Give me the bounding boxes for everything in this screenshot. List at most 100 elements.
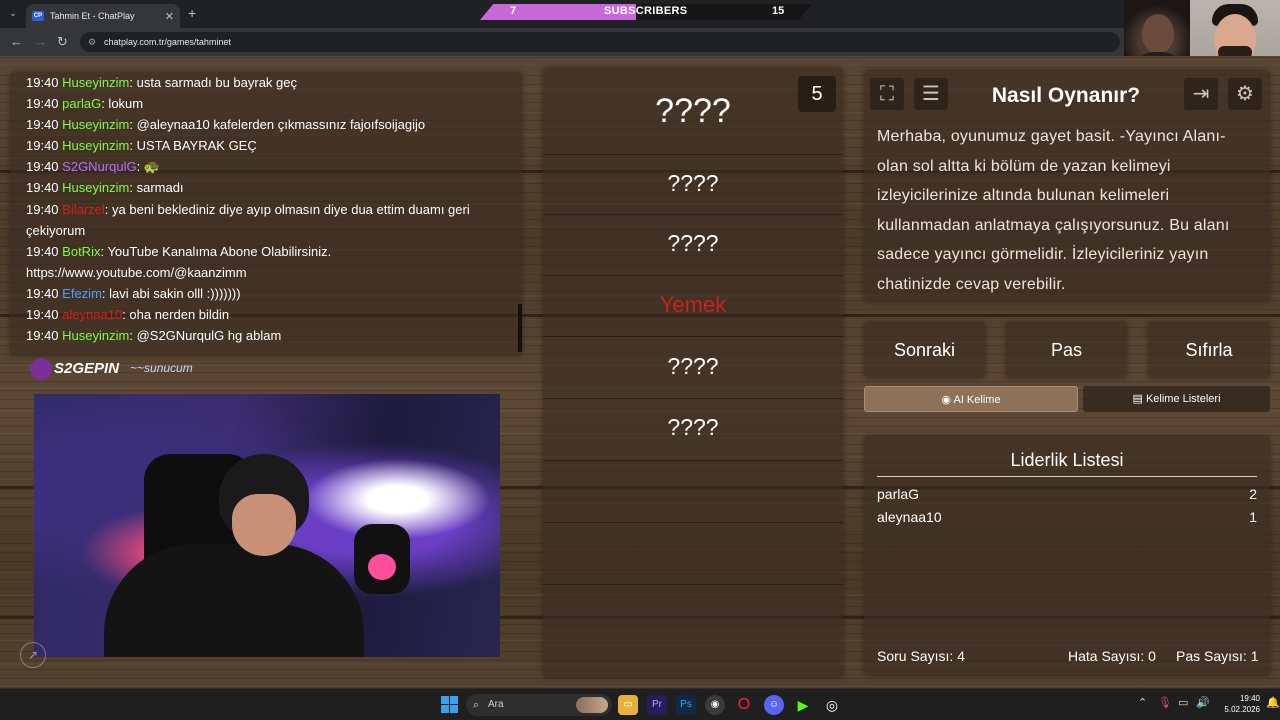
logout-icon[interactable]: ⇥	[1184, 78, 1218, 110]
discord-icon[interactable]: ☺	[764, 695, 784, 715]
sponsor-sunucum-logo: ~~sunucum	[130, 361, 193, 375]
windows-start-icon[interactable]	[440, 695, 460, 715]
arrow-icon[interactable]: ↗	[20, 642, 46, 668]
reload-icon[interactable]: ↻	[57, 34, 68, 50]
clock-date: 5.02.2026	[1224, 705, 1260, 714]
site-info-icon[interactable]: ⚙	[88, 32, 96, 52]
chat-text: : @aleynaa10 kafelerden çıkmassınız fajo…	[129, 117, 426, 133]
chat-text: : lavi abi sakin olll :)))))))	[101, 285, 241, 301]
clipboard-icon: ▤	[1132, 393, 1143, 405]
chat-username[interactable]: S2GNurqulG	[62, 159, 136, 174]
microphone-icon[interactable]: 🎙	[1158, 696, 1172, 709]
chat-message: 19:40 BotRix: YouTube Kanalıma Abone Ola…	[26, 241, 514, 283]
fullscreen-icon[interactable]: ⛶	[870, 78, 904, 110]
tab-ai-word-label: AI Kelime	[953, 394, 1001, 406]
chat-username[interactable]: Huseyinzim	[62, 180, 129, 195]
obs-icon[interactable]: ◎	[822, 695, 842, 715]
kick-icon[interactable]: ▶	[793, 695, 813, 715]
chat-message: 19:40 parlaG: lokum	[26, 93, 514, 114]
player-points: 1	[1249, 509, 1257, 525]
chrome-icon[interactable]: ◉	[705, 695, 725, 715]
browser-toolbar: ← → ↻ ⚙ chatplay.com.tr/games/tahminet	[0, 28, 1280, 56]
tray-chevron-icon[interactable]: ⌃	[1138, 696, 1147, 709]
close-tab-icon[interactable]: ✕	[165, 10, 174, 23]
subscribers-label: SUBSCRIBERS	[604, 5, 688, 17]
chat-message: 19:40 S2GNurqulG: 🐢	[26, 156, 514, 177]
chat-text: : 🐢	[136, 159, 161, 175]
chat-time: 19:40	[26, 307, 59, 323]
chat-time: 19:40	[26, 180, 59, 196]
back-arrow-icon[interactable]: ←	[10, 34, 23, 49]
opera-icon[interactable]: O	[734, 695, 754, 715]
premiere-pro-icon[interactable]: Pr	[647, 695, 667, 715]
chat-time: 19:40	[26, 243, 59, 259]
leaderboard-panel: Liderlik Listesi parlaG 2 aleynaa10 1 So…	[864, 436, 1270, 676]
question-count: Soru Sayısı: 4	[877, 648, 965, 664]
chat-time: 19:40	[26, 201, 59, 217]
tab-word-lists[interactable]: ▤ Kelime Listeleri	[1083, 386, 1270, 412]
gear-icon[interactable]: ⚙	[1228, 78, 1262, 110]
subscribers-goal-bar: 7 SUBSCRIBERS 15	[480, 4, 812, 20]
reset-button[interactable]: Sıfırla	[1148, 322, 1270, 378]
chat-username[interactable]: BotRix	[62, 244, 100, 259]
chat-message: 19:40 aleynaa10: oha nerden bildin	[26, 304, 514, 325]
chat-username[interactable]: Huseyinzim	[62, 75, 129, 90]
file-explorer-icon[interactable]: ▭	[618, 695, 638, 715]
chat-time: 19:40	[26, 328, 59, 344]
list-icon[interactable]: ☰	[914, 78, 948, 110]
chat-username[interactable]: aleynaa10	[62, 307, 122, 322]
chat-time: 19:40	[26, 117, 59, 133]
how-to-play-title: Nasıl Oynanır?	[991, 84, 1141, 107]
forward-arrow-icon[interactable]: →	[34, 34, 47, 49]
clock-time: 19:40	[1239, 694, 1260, 703]
chat-username[interactable]: Efezim	[62, 286, 102, 301]
chat-time: 19:40	[26, 96, 59, 112]
network-icon[interactable]: ▭	[1178, 696, 1188, 709]
revealed-word: Yemek	[659, 292, 727, 317]
taskbar-search[interactable]: ⌕ Ara	[466, 694, 612, 716]
windows-taskbar: ⌕ Ara ▭ Pr Ps ◉ O ☺ ▶ ◎ ⌃ 🎙 ▭ 🔊 19:40 5.…	[0, 688, 1280, 720]
chat-username[interactable]: parlaG	[62, 96, 101, 111]
photoshop-icon[interactable]: Ps	[676, 695, 696, 715]
chat-time: 19:40	[26, 138, 59, 154]
tab-search-chevron-icon[interactable]: ⌄	[6, 6, 20, 20]
browser-tab[interactable]: CP Tahmin Et - ChatPlay ✕	[26, 4, 180, 28]
error-count: Hata Sayısı: 0	[1068, 648, 1156, 664]
next-button[interactable]: Sonraki	[864, 322, 985, 378]
notification-icon[interactable]: 🔔	[1266, 696, 1280, 709]
chat-panel: 19:40 Huseyinzim: usta sarmadı bu bayrak…	[10, 72, 522, 356]
chat-text: : @S2GNurqulG hg ablam	[129, 328, 282, 344]
how-to-play-text: Merhaba, oyunumuz gayet basit. -Yayıncı …	[877, 128, 1230, 293]
streamer-webcam	[34, 394, 500, 657]
chat-messages[interactable]: 19:40 Huseyinzim: usta sarmadı bu bayrak…	[26, 72, 514, 352]
chat-message: 19:40 Bilarzel: ya beni beklediniz diye …	[26, 199, 514, 241]
chat-time: 19:40	[26, 159, 59, 175]
chat-message: 19:40 Huseyinzim: usta sarmadı bu bayrak…	[26, 72, 514, 93]
forbidden-word: ????	[667, 414, 719, 440]
subscribers-current: 7	[510, 5, 517, 17]
speaker-icon[interactable]: 🔊	[1196, 696, 1210, 709]
address-bar-url: chatplay.com.tr/games/tahminet	[104, 37, 231, 47]
player-name: aleynaa10	[877, 509, 942, 525]
new-tab-plus-icon[interactable]: +	[188, 5, 196, 21]
game-page: 19:40 Huseyinzim: usta sarmadı bu bayrak…	[0, 56, 1280, 688]
address-bar[interactable]: ⚙ chatplay.com.tr/games/tahminet	[80, 32, 1120, 52]
leaderboard-title: Liderlik Listesi	[1010, 450, 1124, 470]
taskbar-search-placeholder: Ara	[488, 699, 504, 710]
chat-username[interactable]: Huseyinzim	[62, 138, 129, 153]
player-name: parlaG	[877, 486, 920, 502]
chat-text: : USTA BAYRAK GEÇ	[129, 138, 257, 154]
main-word: ????	[655, 92, 731, 130]
how-to-play-panel: ⛶ ☰ ⇥ ⚙ Nasıl Oynanır? Merhaba, oyunumuz…	[864, 70, 1270, 302]
chat-username[interactable]: Bilarzel	[62, 202, 105, 217]
system-clock[interactable]: 19:40 5.02.2026	[1216, 693, 1260, 715]
robot-icon: ◉	[941, 394, 952, 406]
chat-username[interactable]: Huseyinzim	[62, 328, 129, 343]
pass-button[interactable]: Pas	[1006, 322, 1127, 378]
chat-message: 19:40 Huseyinzim: sarmadı	[26, 177, 514, 198]
tab-ai-word[interactable]: ◉ AI Kelime	[864, 386, 1078, 412]
chat-scrollbar[interactable]	[518, 304, 522, 352]
chat-text: : lokum	[101, 96, 144, 112]
chat-username[interactable]: Huseyinzim	[62, 117, 129, 132]
sponsor-logos: S2GEPIN ~~sunucum	[30, 356, 260, 386]
